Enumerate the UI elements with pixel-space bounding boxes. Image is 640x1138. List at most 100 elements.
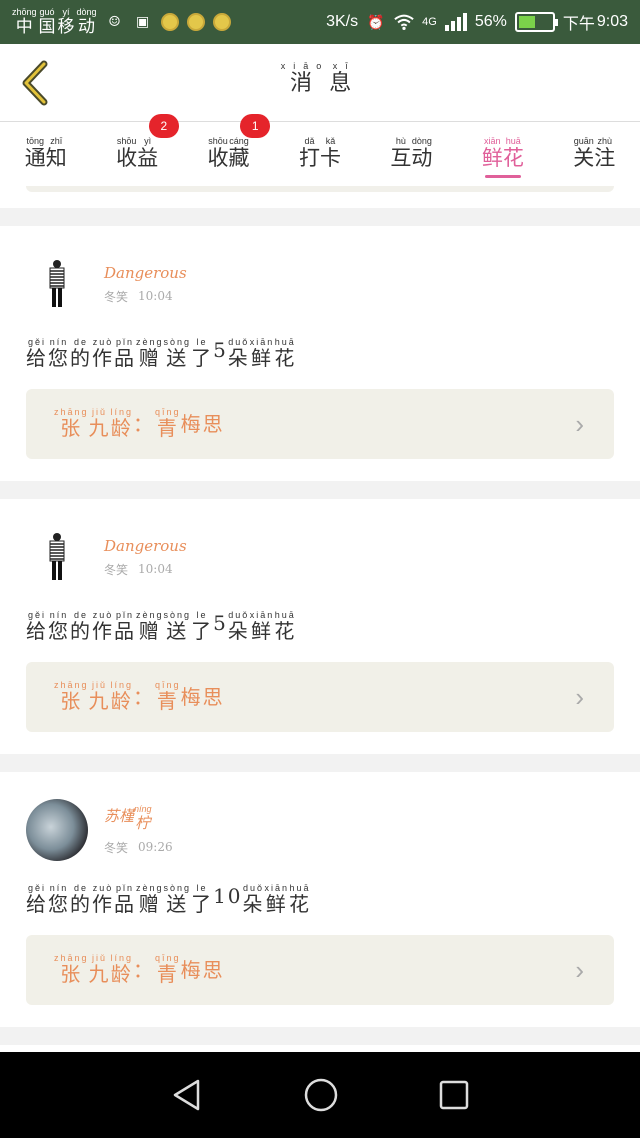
list-item[interactable]: 苏槿柠níng 冬笑 09:26 给gěi 您nín 的de 作zuò 品pǐn 赠zèn…: [0, 772, 640, 1027]
user-role: 冬笑: [104, 840, 129, 855]
chevron-right-icon: ›: [575, 681, 586, 712]
flower-message-list: Dangerous 冬笑 10:04 给gěi 您nín 的de 作zuò 品pǐn 赠z…: [0, 186, 640, 1052]
tab-0[interactable]: 通tōng 知zhī: [0, 122, 91, 186]
ruby-char: 鲜xiān: [249, 610, 275, 643]
ruby-char: 移yí: [57, 6, 75, 37]
time-prefix: 下午: [562, 16, 595, 33]
chevron-right-icon: ›: [575, 954, 586, 985]
nav-home-icon[interactable]: [303, 1077, 339, 1113]
work-link[interactable]: 张zhāng 九jiǔ 龄líng：青qīng 梅思 ›: [26, 935, 614, 1005]
ruby-char: 赠zèng: [136, 610, 164, 643]
ruby-char: 国guó: [38, 6, 56, 37]
ruby-char: 赠zèng: [136, 883, 164, 916]
ruby-char: 收shōu: [116, 135, 138, 170]
battery-icon: [514, 12, 558, 32]
ruby-char: 品pǐn: [114, 610, 136, 643]
ruby-char: 九jiǔ: [88, 679, 111, 713]
ruby-char: 消xiāo: [280, 61, 330, 96]
avatar-app-icon: ☺: [108, 14, 121, 30]
ruby-char: 送sòng: [163, 610, 192, 643]
nav-back-icon[interactable]: [170, 1078, 204, 1112]
ruby-char: 朵duǒ: [227, 610, 250, 643]
work-link[interactable]: 张zhāng 九jiǔ 龄líng：青qīng 梅思 ›: [26, 662, 614, 732]
timestamp: 10:04: [138, 289, 173, 303]
list-item[interactable]: Dangerous 冬笑 10:04 给gěi 您nín 的de 作zuò 品pǐn 赠z…: [0, 226, 640, 481]
ruby-char: 龄líng: [110, 406, 134, 440]
tab-6[interactable]: 关guān 注zhù: [549, 122, 640, 186]
ruby-char: 您nín: [48, 610, 70, 643]
ruby-char: 花huā: [274, 610, 297, 643]
user-role: 冬笑: [104, 562, 129, 577]
user-name[interactable]: 苏槿柠níng: [104, 804, 173, 833]
ruby-char: 给gěi: [26, 337, 48, 370]
ruby-char: 10: [213, 884, 243, 908]
ruby-char: 作zuò: [92, 883, 114, 916]
tab-badge: 1: [240, 114, 271, 138]
ruby-char: 通tōng: [24, 135, 46, 170]
signal-icon: [444, 13, 467, 31]
ruby-char: 花huā: [274, 337, 297, 370]
avatar[interactable]: [26, 253, 88, 315]
ruby-char: 龄líng: [110, 679, 134, 713]
tab-label: 互hù 动dòng: [390, 136, 432, 172]
tab-5[interactable]: 鲜xiān 花huā: [457, 122, 548, 186]
ruby-char: 了le: [191, 610, 214, 643]
nav-recent-icon[interactable]: [438, 1079, 470, 1111]
tab-badge: 2: [148, 114, 179, 138]
list-item[interactable]: Dangerous 冬笑 10:04 给gěi 您nín 的de 作zuò 品pǐn 赠z…: [0, 499, 640, 754]
network-speed: 3K/s: [326, 13, 359, 30]
ruby-char: 5: [213, 611, 228, 635]
ruby-char: 张zhāng: [54, 679, 89, 713]
ruby-char: 您nín: [48, 337, 70, 370]
gift-message: 给gěi 您nín 的de 作zuò 品pǐn 赠zèng 送sòng 了le 5 朵duǒ 鲜xi…: [26, 610, 614, 644]
app-notification-icon: [212, 13, 231, 31]
ruby-char: 思: [202, 684, 225, 709]
ruby-char: 藏cáng: [228, 135, 250, 170]
avatar[interactable]: [26, 799, 88, 861]
ruby-char: 梅: [180, 957, 203, 982]
ruby-char: 朵duǒ: [242, 883, 265, 916]
ruby-char: 收shōu: [207, 135, 229, 170]
ruby-char: 鲜xiān: [481, 135, 503, 170]
tab-1[interactable]: 收shōu 益yì 2: [91, 114, 182, 186]
ruby-char: 朵duǒ: [227, 337, 250, 370]
system-nav-bar: [0, 1052, 640, 1138]
ruby-char: 益yì: [137, 135, 159, 170]
alarm-icon: ⏰: [367, 13, 385, 30]
image-icon: ▣: [135, 14, 150, 30]
clock: 9:03: [596, 13, 628, 30]
carrier-name: 中zhōng 国guó 移yí 动dòng: [12, 6, 97, 37]
ruby-char: 的de: [70, 610, 92, 643]
ruby-char: 的de: [70, 883, 92, 916]
ruby-char: 动dòng: [76, 6, 97, 37]
ruby-char: 苏: [104, 806, 120, 825]
user-role: 冬笑: [104, 289, 129, 304]
avatar[interactable]: [26, 526, 88, 588]
tab-label: 鲜xiān 花huā: [481, 135, 524, 172]
gift-message: 给gěi 您nín 的de 作zuò 品pǐn 赠zèng 送sòng 了le 5 朵duǒ 鲜xi…: [26, 337, 614, 371]
tab-3[interactable]: 打dǎ 卡kǎ: [274, 122, 365, 186]
work-link[interactable]: 张zhāng 九jiǔ 龄líng：青qīng 梅思 ›: [26, 389, 614, 459]
user-row: Dangerous 冬笑 10:04: [26, 244, 614, 324]
app-notification-icon: [160, 13, 179, 31]
ruby-char: 鲜xiān: [249, 337, 275, 370]
ruby-char: 5: [213, 338, 228, 362]
user-figure-icon: [49, 260, 65, 307]
chevron-right-icon: ›: [575, 408, 586, 439]
ruby-char: 给gěi: [26, 610, 48, 643]
ruby-char: ：: [133, 411, 156, 436]
ruby-char: 龄líng: [110, 952, 134, 986]
user-row: Dangerous 冬笑 10:04: [26, 517, 614, 597]
tab-2[interactable]: 收shōu 藏cáng 1: [183, 114, 274, 186]
list-item[interactable]: [0, 1045, 640, 1052]
ruby-char: 品pǐn: [114, 337, 136, 370]
tab-label: 收shōu 益yì: [116, 135, 159, 172]
ruby-char: 给gěi: [26, 883, 48, 916]
tab-4[interactable]: 互hù 动dòng: [366, 122, 457, 186]
ruby-char: 作zuò: [92, 337, 114, 370]
ruby-char: 的de: [70, 337, 92, 370]
user-name[interactable]: Dangerous: [104, 537, 187, 555]
previous-card-tail: [0, 186, 640, 208]
ruby-char: 送sòng: [163, 883, 192, 916]
user-name[interactable]: Dangerous: [104, 264, 187, 282]
